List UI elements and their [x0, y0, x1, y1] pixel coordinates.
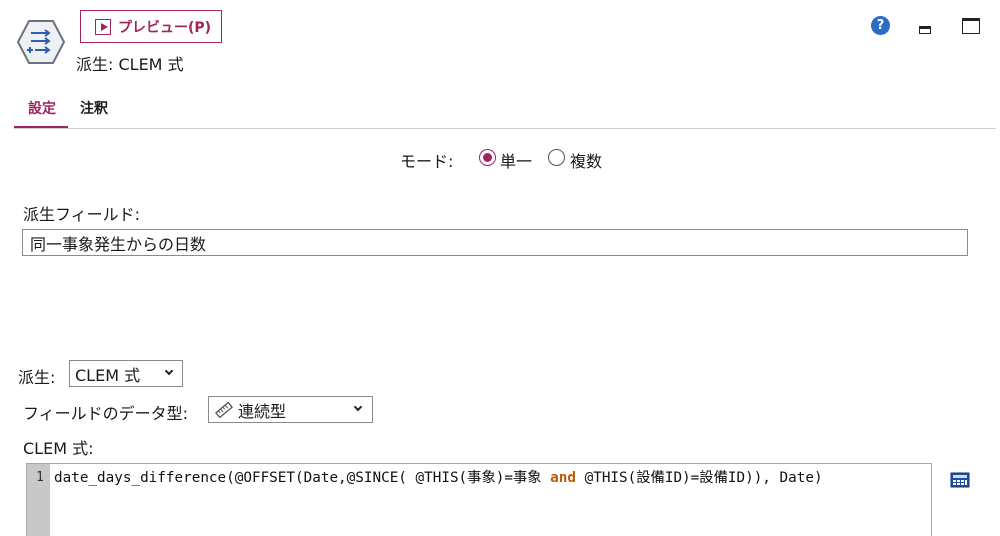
chevron-down-icon — [164, 366, 174, 376]
node-title: 派生: CLEM 式 — [76, 55, 184, 74]
clem-expression-label: CLEM 式: — [23, 439, 94, 458]
derive-as-value: CLEM 式 — [75, 365, 141, 385]
mode-single-label[interactable]: 単一 — [500, 148, 532, 172]
code-segment: @THIS(設備ID)=設備ID)), Date) — [576, 470, 823, 486]
derive-field-input[interactable] — [22, 229, 968, 256]
code-segment: date_days_difference(@OFFSET(Date,@SINCE… — [54, 470, 551, 486]
clem-expression-editor[interactable]: 1 date_days_difference(@OFFSET(Date,@SIN… — [26, 463, 932, 536]
derive-field-label: 派生フィールド: — [23, 205, 141, 224]
minimize-icon[interactable] — [919, 26, 931, 34]
play-icon — [95, 18, 111, 35]
line-number: 1 — [36, 470, 44, 485]
derive-as-label: 派生: — [18, 368, 56, 387]
field-type-value: 連続型 — [238, 401, 287, 421]
mode-single-radio[interactable] — [479, 149, 496, 166]
mode-label: モード: — [400, 152, 454, 171]
chevron-down-icon — [353, 402, 363, 412]
help-icon[interactable]: ? — [871, 16, 890, 35]
tab-settings[interactable]: 設定 — [28, 98, 56, 118]
clem-code-line: date_days_difference(@OFFSET(Date,@SINCE… — [54, 466, 823, 487]
derive-node-icon — [17, 20, 65, 64]
derive-as-select[interactable]: CLEM 式 — [69, 360, 183, 387]
field-type-label: フィールドのデータ型: — [23, 404, 189, 423]
field-type-select[interactable]: 連続型 — [208, 396, 373, 423]
ruler-icon — [215, 401, 233, 418]
code-keyword: and — [550, 470, 576, 486]
tab-divider — [14, 128, 996, 129]
mode-multiple-label[interactable]: 複数 — [570, 148, 602, 172]
maximize-icon[interactable] — [962, 18, 980, 34]
expression-builder-icon[interactable] — [950, 472, 970, 488]
preview-button-label: プレビュー(P) — [118, 19, 212, 36]
preview-button[interactable]: プレビュー(P) — [80, 10, 222, 43]
mode-multiple-radio[interactable] — [548, 149, 565, 166]
tab-annotations[interactable]: 注釈 — [80, 98, 108, 118]
